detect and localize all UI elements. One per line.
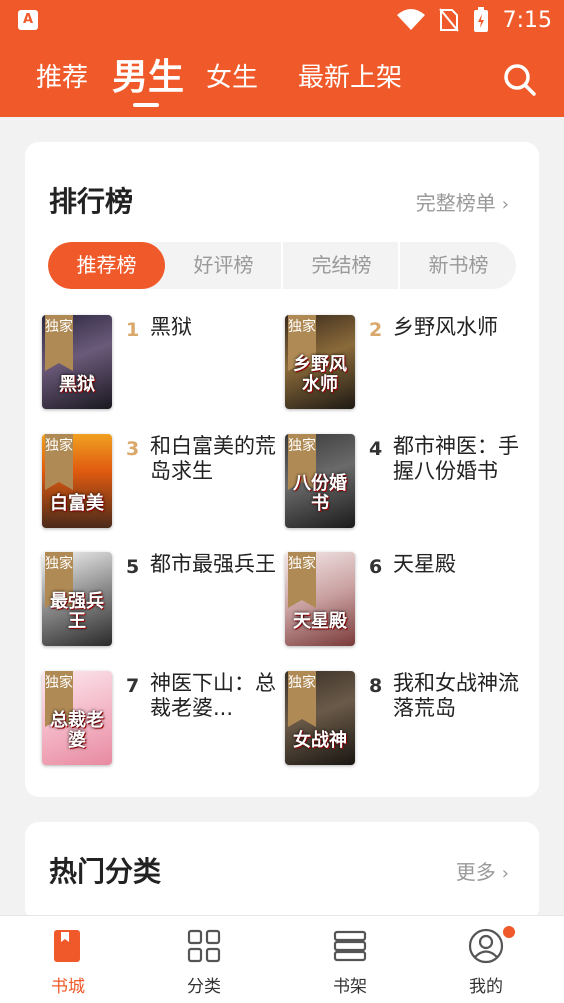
- nav-profile[interactable]: 我的: [441, 916, 531, 1003]
- book-title: 我和女战神流落荒岛: [393, 671, 519, 720]
- bottom-nav: 书城 分类 书架 我的: [0, 915, 564, 1003]
- book-title: 都市最强兵王: [150, 552, 276, 576]
- profile-icon: [468, 928, 504, 964]
- book-cover: 独家天星殿: [285, 552, 355, 646]
- tab-completed[interactable]: 完结榜: [283, 242, 400, 289]
- tab-new-arrivals[interactable]: 最新上架: [298, 52, 402, 104]
- categories-card: 热门分类 更多 ›: [25, 822, 539, 922]
- book-item[interactable]: 独家总裁老婆 7 神医下山：总裁老婆...: [42, 671, 282, 766]
- rank-number: 1: [126, 319, 140, 341]
- cover-title: 八份婚书: [293, 473, 347, 514]
- badge-label: 独家: [288, 675, 316, 691]
- tab-divider: [398, 242, 400, 289]
- search-icon[interactable]: [502, 62, 538, 98]
- book-title: 都市神医：手握八份婚书: [393, 434, 519, 483]
- book-item[interactable]: 独家 黑狱 1 黑狱: [42, 315, 282, 410]
- badge-label: 独家: [45, 556, 73, 572]
- rank-number: 3: [126, 438, 140, 460]
- book-cover: 独家白富美: [42, 434, 112, 528]
- badge-label: 独家: [45, 319, 73, 335]
- book-cover: 独家总裁老婆: [42, 671, 112, 765]
- nav-label: 我的: [469, 977, 503, 997]
- rank-number: 2: [369, 319, 383, 341]
- status-bar: A 7:15: [0, 0, 564, 40]
- book-item[interactable]: 独家白富美 3 和白富美的荒岛求生: [42, 434, 282, 529]
- book-item[interactable]: 独家 乡野风水师 2 乡野风水师: [285, 315, 525, 410]
- full-ranking-label: 完整榜单: [415, 191, 496, 215]
- book-cover: 独家八份婚书: [285, 434, 355, 528]
- book-title: 乡野风水师: [393, 315, 498, 339]
- rank-number: 8: [369, 675, 383, 697]
- rank-number: 4: [369, 438, 383, 460]
- book-item[interactable]: 独家 天星殿 6 天星殿: [285, 552, 525, 647]
- cover-title: 女战神: [293, 730, 347, 751]
- exclusive-badge: 独家: [288, 671, 316, 727]
- battery-charging-icon: [473, 7, 488, 32]
- cover-title: 乡野风水师: [293, 354, 347, 395]
- cover-title: 最强兵王: [50, 591, 104, 632]
- tab-recommend-ranking[interactable]: 推荐榜: [48, 242, 165, 289]
- book-item[interactable]: 独家女战神 8 我和女战神流落荒岛: [285, 671, 525, 766]
- bookshelf-icon: [333, 930, 367, 962]
- book-cover: 独家女战神: [285, 671, 355, 765]
- book-item[interactable]: 独家最强兵王 5 都市最强兵王: [42, 552, 282, 647]
- status-icons: 7:15: [396, 6, 552, 34]
- book-title: 黑狱: [150, 315, 192, 339]
- exclusive-badge: 独家: [288, 552, 316, 608]
- no-sim-icon: [438, 8, 459, 32]
- nav-label: 分类: [187, 977, 221, 997]
- badge-label: 独家: [288, 438, 316, 454]
- full-ranking-link[interactable]: 完整榜单 ›: [416, 187, 509, 216]
- book-city-icon: [54, 930, 80, 962]
- chevron-right-icon: ›: [501, 863, 509, 884]
- tab-recommend[interactable]: 推荐: [36, 52, 88, 104]
- rank-number: 7: [126, 675, 140, 697]
- app-notification-icon: A: [18, 10, 38, 30]
- nav-bookshelf[interactable]: 书架: [305, 916, 395, 1003]
- badge-label: 独家: [288, 556, 316, 572]
- nav-label: 书城: [51, 977, 85, 997]
- ranking-tabs: 好评榜 完结榜 新书榜 推荐榜: [48, 242, 516, 289]
- nav-categories[interactable]: 分类: [159, 916, 249, 1003]
- more-categories-link[interactable]: 更多 ›: [456, 856, 509, 885]
- book-title: 和白富美的荒岛求生: [150, 434, 276, 483]
- exclusive-badge: 独家: [45, 315, 73, 371]
- ranking-card: 排行榜 完整榜单 › 好评榜 完结榜 新书榜 推荐榜 独家 黑狱 1 黑狱 独家 乡野风水师…: [25, 142, 539, 797]
- tab-divider: [281, 242, 283, 289]
- badge-label: 独家: [45, 438, 73, 454]
- wifi-icon: [396, 9, 425, 30]
- rank-number: 5: [126, 556, 140, 578]
- ranking-title: 排行榜: [49, 185, 134, 218]
- header: A 7:15 推荐 男生 女生 最新上架: [0, 0, 564, 117]
- nav-book-city[interactable]: 书城: [23, 916, 113, 1003]
- top-tabs: 推荐 男生 女生 最新上架: [0, 52, 564, 108]
- cover-title: 总裁老婆: [50, 710, 104, 751]
- book-cover: 独家乡野风水师: [285, 315, 355, 409]
- exclusive-badge: 独家: [45, 434, 73, 490]
- status-time: 7:15: [502, 7, 552, 33]
- nav-label: 书架: [333, 977, 367, 997]
- more-categories-label: 更多: [455, 860, 496, 884]
- badge-label: 独家: [288, 319, 316, 335]
- rank-number: 6: [369, 556, 383, 578]
- book-cover: 独家最强兵王: [42, 552, 112, 646]
- book-cover: 独家黑狱: [42, 315, 112, 409]
- book-title: 神医下山：总裁老婆...: [150, 671, 276, 720]
- tab-female[interactable]: 女生: [206, 52, 258, 104]
- tab-good-reviews[interactable]: 好评榜: [165, 242, 282, 289]
- category-grid-icon: [187, 929, 221, 963]
- badge-label: 独家: [45, 675, 73, 691]
- cover-title: 白富美: [50, 493, 104, 514]
- book-title: 天星殿: [393, 552, 456, 576]
- cover-title: 天星殿: [293, 611, 347, 632]
- active-tab-indicator: [133, 103, 159, 107]
- cover-title: 黑狱: [59, 374, 95, 395]
- categories-title: 热门分类: [49, 855, 162, 888]
- chevron-right-icon: ›: [501, 194, 509, 215]
- notification-dot: [503, 926, 515, 938]
- book-item[interactable]: 独家八份婚书 4 都市神医：手握八份婚书: [285, 434, 525, 529]
- tab-new-books[interactable]: 新书榜: [400, 242, 516, 289]
- tab-male[interactable]: 男生: [112, 52, 184, 104]
